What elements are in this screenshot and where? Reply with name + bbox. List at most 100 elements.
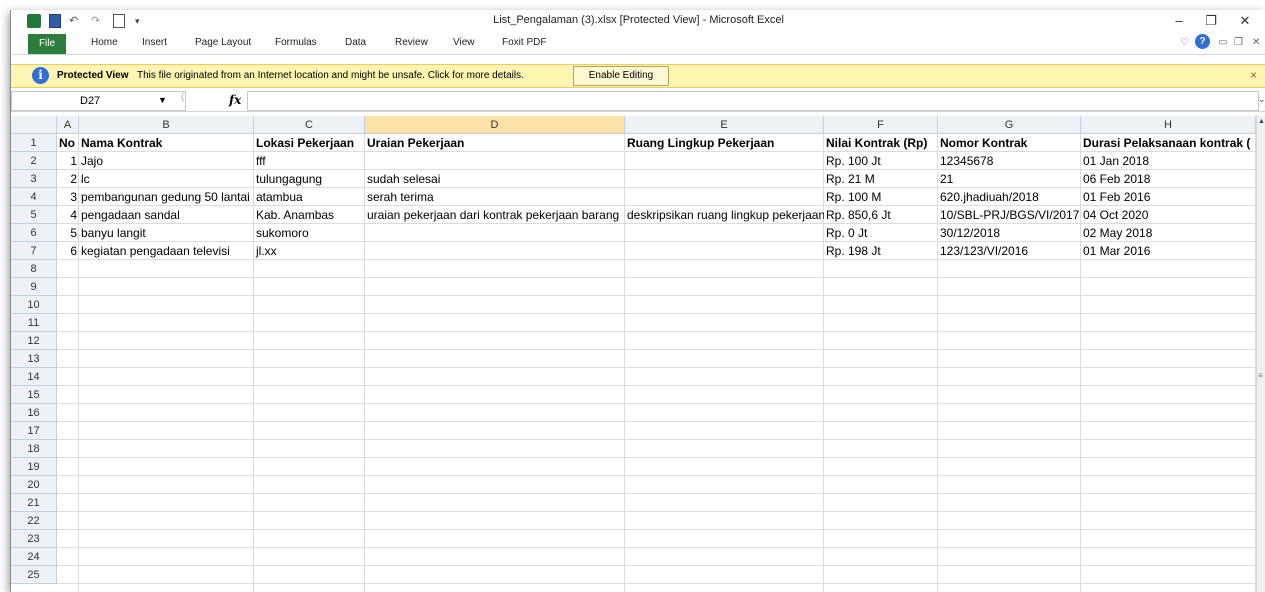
cell-b1[interactable]: Nama Kontrak [79, 134, 254, 152]
formula-input[interactable] [247, 91, 1259, 111]
row-header-9[interactable]: 9 [11, 278, 57, 296]
cell-c7[interactable]: jl.xx [254, 242, 824, 260]
vertical-scrollbar[interactable]: ▲ ≡ [1256, 116, 1265, 592]
row-header-24[interactable]: 24 [11, 548, 57, 566]
close-message-bar-icon[interactable]: × [1250, 68, 1257, 82]
row-header-5[interactable]: 5 [11, 206, 57, 224]
cell-d1[interactable]: Uraian Pekerjaan [365, 134, 625, 152]
cell-e1[interactable]: Ruang Lingkup Pekerjaan [625, 134, 824, 152]
cell-g1[interactable]: Nomor Kontrak [938, 134, 1081, 152]
cell-f1[interactable]: Nilai Kontrak (Rp) [824, 134, 938, 152]
cell-g4[interactable]: 620.jhadiuah/2018 [938, 188, 1081, 206]
tab-review[interactable]: Review [395, 37, 428, 48]
row-header-2[interactable]: 2 [11, 152, 57, 170]
cell-a7[interactable]: 6 [57, 242, 79, 260]
row-header-16[interactable]: 16 [11, 404, 57, 422]
column-header-d[interactable]: D [365, 116, 625, 134]
cell-a6[interactable]: 5 [57, 224, 79, 242]
column-header-a[interactable]: A [57, 116, 79, 134]
cell-e5[interactable]: deskripsikan ruang lingkup pekerjaan [625, 206, 824, 224]
cell-b2[interactable]: Jajo [79, 152, 254, 170]
tab-view[interactable]: View [453, 37, 475, 48]
cell-f3[interactable]: Rp. 21 M [824, 170, 938, 188]
cell-c2[interactable]: fff [254, 152, 824, 170]
minimize-button[interactable]: – [1165, 13, 1193, 29]
row-header-11[interactable]: 11 [11, 314, 57, 332]
cell-h7[interactable]: 01 Mar 2016 [1081, 242, 1256, 260]
select-all-button[interactable] [11, 116, 57, 134]
expand-formula-bar-icon[interactable]: ⌄ [1258, 94, 1265, 105]
tab-insert[interactable]: Insert [142, 37, 167, 48]
worksheet-grid[interactable]: ABCDEFGH 1 2 3 4 5 6 7 8 9 10 11 12 13 14 15 16 17 18 19 20… [11, 116, 1265, 592]
row-header-15[interactable]: 15 [11, 386, 57, 404]
column-header-e[interactable]: E [625, 116, 824, 134]
cell-g3[interactable]: 21 [938, 170, 1081, 188]
cell-h4[interactable]: 01 Feb 2016 [1081, 188, 1256, 206]
cell-g6[interactable]: 30/12/2018 [938, 224, 1081, 242]
ribbon-minimize-icon[interactable]: ♡ [1180, 37, 1189, 48]
workbook-close-icon[interactable]: ✕ [1252, 37, 1260, 48]
cell-g5[interactable]: 10/SBL-PRJ/BGS/VI/2017 [938, 206, 1081, 224]
cell-d5[interactable]: uraian pekerjaan dari kontrak pekerjaan … [365, 206, 625, 224]
column-header-h[interactable]: H [1081, 116, 1256, 134]
close-button[interactable]: ✕ [1231, 13, 1259, 29]
tab-home[interactable]: Home [91, 37, 118, 48]
cell-f6[interactable]: Rp. 0 Jt [824, 224, 938, 242]
cell-b5[interactable]: pengadaan sandal [79, 206, 254, 224]
cell-h1[interactable]: Durasi Pelaksanaan kontrak ( [1081, 134, 1256, 152]
cell-a3[interactable]: 2 [57, 170, 79, 188]
tab-foxit-pdf[interactable]: Foxit PDF [502, 37, 546, 48]
name-box[interactable]: D27 ▼ [11, 91, 186, 111]
workbook-restore-icon[interactable]: ❐ [1234, 37, 1243, 48]
cell-f2[interactable]: Rp. 100 Jt [824, 152, 938, 170]
cell-f4[interactable]: Rp. 100 M [824, 188, 938, 206]
row-header-22[interactable]: 22 [11, 512, 57, 530]
column-header-g[interactable]: G [938, 116, 1081, 134]
row-header-3[interactable]: 3 [11, 170, 57, 188]
row-header-19[interactable]: 19 [11, 458, 57, 476]
cell-f7[interactable]: Rp. 198 Jt [824, 242, 938, 260]
cell-b7[interactable]: kegiatan pengadaan televisi [79, 242, 254, 260]
tab-page-layout[interactable]: Page Layout [195, 37, 251, 48]
help-icon[interactable]: ? [1195, 34, 1210, 49]
row-header-17[interactable]: 17 [11, 422, 57, 440]
cell-f5[interactable]: Rp. 850,6 Jt [824, 206, 938, 224]
row-header-12[interactable]: 12 [11, 332, 57, 350]
tab-file[interactable]: File [28, 34, 66, 54]
cell-h6[interactable]: 02 May 2018 [1081, 224, 1256, 242]
cell-c1[interactable]: Lokasi Pekerjaan [254, 134, 365, 152]
cell-h5[interactable]: 04 Oct 2020 [1081, 206, 1256, 224]
row-header-6[interactable]: 6 [11, 224, 57, 242]
cell-a4[interactable]: 3 [57, 188, 79, 206]
scroll-up-icon[interactable]: ▲ [1258, 118, 1265, 125]
row-header-14[interactable]: 14 [11, 368, 57, 386]
row-header-18[interactable]: 18 [11, 440, 57, 458]
column-header-f[interactable]: F [824, 116, 938, 134]
chevron-down-icon[interactable]: ▼ [158, 95, 167, 105]
cell-a2[interactable]: 1 [57, 152, 79, 170]
cell-c5[interactable]: Kab. Anambas [254, 206, 365, 224]
row-header-23[interactable]: 23 [11, 530, 57, 548]
cell-c6[interactable]: sukomoro [254, 224, 824, 242]
row-header-21[interactable]: 21 [11, 494, 57, 512]
insert-function-icon[interactable]: fx [229, 93, 241, 107]
cell-g7[interactable]: 123/123/VI/2016 [938, 242, 1081, 260]
column-header-b[interactable]: B [79, 116, 254, 134]
enable-editing-button[interactable]: Enable Editing [573, 66, 669, 86]
scroll-thumb[interactable]: ≡ [1258, 371, 1265, 381]
tab-data[interactable]: Data [345, 37, 366, 48]
tab-formulas[interactable]: Formulas [275, 37, 317, 48]
restore-button[interactable]: ❐ [1197, 13, 1225, 29]
row-header-4[interactable]: 4 [11, 188, 57, 206]
cell-b6[interactable]: banyu langit [79, 224, 254, 242]
row-header-10[interactable]: 10 [11, 296, 57, 314]
row-header-7[interactable]: 7 [11, 242, 57, 260]
cell-b3[interactable]: lc [79, 170, 254, 188]
protected-view-message[interactable]: This file originated from an Internet lo… [137, 70, 524, 81]
row-header-8[interactable]: 8 [11, 260, 57, 278]
cell-a1[interactable]: No [57, 134, 79, 152]
cell-d4[interactable]: serah terima [365, 188, 824, 206]
cell-c3[interactable]: tulungagung [254, 170, 365, 188]
row-header-1[interactable]: 1 [11, 134, 57, 152]
cell-g2[interactable]: 12345678 [938, 152, 1081, 170]
